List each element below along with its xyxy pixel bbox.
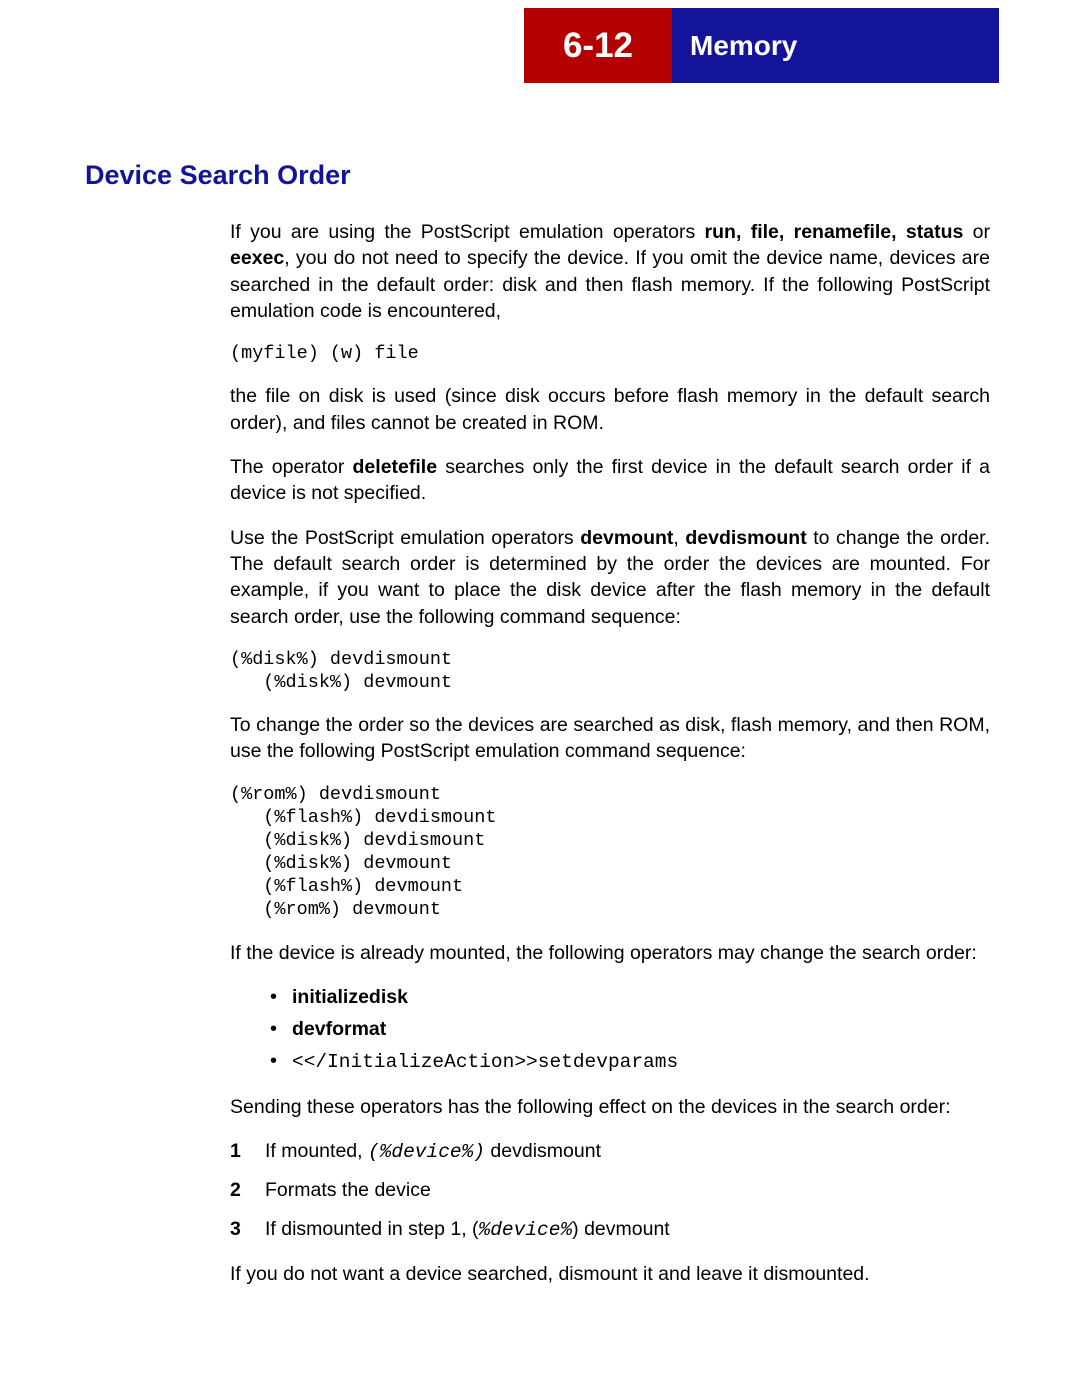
code-device-1: (%device%) [368, 1141, 485, 1163]
code-block-3: (%rom%) devdismount (%flash%) devdismoun… [230, 783, 990, 922]
bullet-initializedisk: initializedisk [270, 984, 990, 1010]
paragraph-6: If the device is already mounted, the fo… [230, 940, 990, 966]
ordered-steps: If mounted, (%device%) devdismount Forma… [230, 1138, 990, 1243]
bold-devdismount: devdismount [685, 527, 806, 549]
paragraph-1: If you are using the PostScript emulatio… [230, 219, 990, 324]
chapter-title: Memory [690, 30, 797, 62]
step-3: If dismounted in step 1, (%device%) devm… [230, 1216, 990, 1243]
paragraph-3: The operator deletefile searches only th… [230, 454, 990, 507]
code-device-2: %device% [479, 1219, 573, 1241]
bold-eexec: eexec [230, 247, 284, 269]
paragraph-7: Sending these operators has the followin… [230, 1094, 990, 1120]
code-block-2: (%disk%) devdismount (%disk%) devmount [230, 648, 990, 694]
step-1: If mounted, (%device%) devdismount [230, 1138, 990, 1165]
bullet-devformat: devformat [270, 1016, 990, 1042]
section-title: Device Search Order [85, 160, 995, 191]
header-tabs: 6-12 Memory [0, 8, 1080, 83]
paragraph-5: To change the order so the devices are s… [230, 712, 990, 765]
paragraph-8: If you do not want a device searched, di… [230, 1261, 990, 1287]
page-number: 6-12 [563, 26, 633, 66]
page-number-tab: 6-12 [524, 8, 672, 83]
paragraph-4: Use the PostScript emulation operators d… [230, 525, 990, 630]
step-2: Formats the device [230, 1177, 990, 1203]
paragraph-2: the file on disk is used (since disk occ… [230, 383, 990, 436]
bold-devmount: devmount [580, 527, 673, 549]
page: 6-12 Memory Device Search Order If you a… [0, 0, 1080, 1397]
bullet-list: initializedisk devformat <</InitializeAc… [230, 984, 990, 1076]
body-text: If you are using the PostScript emulatio… [230, 219, 990, 1287]
content-area: Device Search Order If you are using the… [85, 160, 995, 1305]
chapter-title-tab: Memory [672, 8, 999, 83]
bold-operators: run, file, renamefile, status [705, 221, 964, 243]
bold-deletefile: deletefile [353, 456, 438, 478]
code-block-1: (myfile) (w) file [230, 342, 990, 365]
bullet-setdevparams: <</InitializeAction>>setdevparams [270, 1048, 990, 1075]
